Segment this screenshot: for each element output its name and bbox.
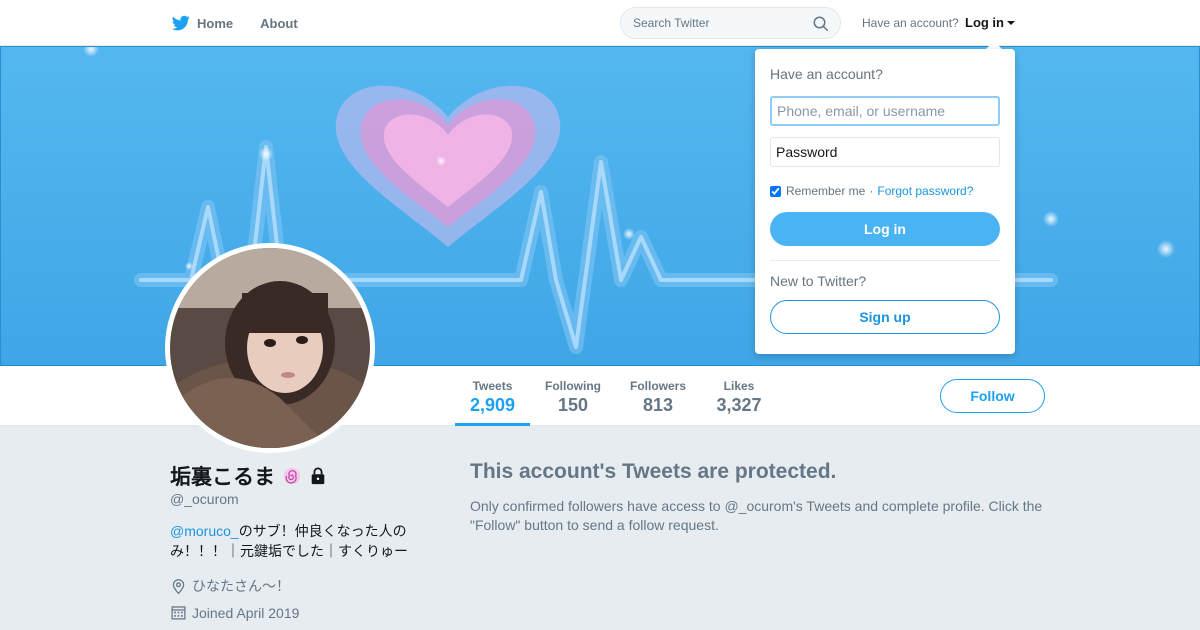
profile-name-row: 垢裏こるま	[170, 461, 327, 491]
remember-me-checkbox[interactable]	[770, 185, 781, 197]
nav-home-label: Home	[197, 15, 234, 31]
stat-likes-value: 3,327	[716, 395, 762, 415]
login-dropdown-toggle[interactable]: Log in	[965, 15, 1015, 30]
protected-title: This account's Tweets are protected.	[470, 460, 837, 483]
profile-joined: Joined April 2019	[170, 604, 299, 621]
bio-mention-link[interactable]: @moruco_	[170, 523, 239, 539]
nav-about[interactable]: About	[260, 16, 298, 31]
profile-name: 垢裏こるま	[170, 466, 275, 489]
new-to-twitter-label: New to Twitter?	[770, 273, 867, 289]
password-field[interactable]	[770, 137, 1000, 167]
search-input[interactable]	[621, 8, 801, 38]
top-nav: Home About Have an account? Log in	[0, 0, 1200, 46]
remember-row: Remember me · Forgot password?	[770, 184, 973, 198]
stat-following[interactable]: Following 150	[538, 366, 608, 426]
stat-followers-value: 813	[642, 395, 674, 415]
location-text: ひなたさん〜！	[192, 578, 290, 594]
remember-separator: ·	[869, 184, 874, 198]
caret-down-icon	[1007, 20, 1015, 25]
stat-likes-label: Likes	[723, 379, 755, 393]
profile-location: ひなたさん〜！	[170, 576, 290, 596]
twitter-bird-icon	[171, 15, 190, 31]
profile-handle: @_ocurom	[170, 491, 239, 507]
search-box	[620, 7, 841, 39]
dropdown-divider	[770, 260, 1000, 261]
stat-following-label: Following	[545, 379, 601, 393]
signup-button[interactable]: Sign up	[770, 300, 1000, 334]
account-prompt: Have an account?	[862, 16, 959, 30]
login-link-label: Log in	[965, 15, 1004, 30]
login-dropdown: Have an account? Remember me · Forgot pa…	[755, 49, 1015, 354]
forgot-password-link[interactable]: Forgot password?	[877, 184, 973, 198]
login-button[interactable]: Log in	[770, 212, 1000, 246]
nav-about-label: About	[260, 15, 298, 31]
nav-left: Home About	[170, 0, 325, 46]
location-pin-icon	[172, 578, 185, 594]
profile-bio: @moruco_のサブ！仲良くなった人のみ！！！｜元鍵垢でした｜すくりゅー	[170, 521, 420, 561]
follow-button[interactable]: Follow	[940, 379, 1045, 413]
login-dropdown-heading: Have an account?	[770, 66, 883, 82]
nav-home[interactable]: Home	[170, 14, 233, 32]
username-field[interactable]	[770, 96, 1000, 126]
stat-tweets[interactable]: Tweets 2,909	[455, 366, 530, 426]
stat-likes[interactable]: Likes 3,327	[707, 366, 771, 426]
avatar-image	[170, 248, 370, 448]
joined-text: Joined April 2019	[192, 604, 300, 621]
avatar[interactable]	[165, 243, 375, 453]
lock-icon	[311, 467, 325, 485]
swirl-emoji-icon	[283, 467, 301, 485]
stat-followers-label: Followers	[629, 379, 686, 393]
stat-followers[interactable]: Followers 813	[622, 366, 694, 426]
stat-following-value: 150	[557, 395, 589, 415]
calendar-icon	[171, 606, 186, 620]
search-icon[interactable]	[812, 15, 830, 33]
stat-tweets-value: 2,909	[469, 395, 516, 415]
stat-tweets-label: Tweets	[472, 379, 513, 393]
protected-text: Only confirmed followers have access to …	[470, 498, 1043, 533]
remember-me-label[interactable]: Remember me	[786, 184, 865, 198]
